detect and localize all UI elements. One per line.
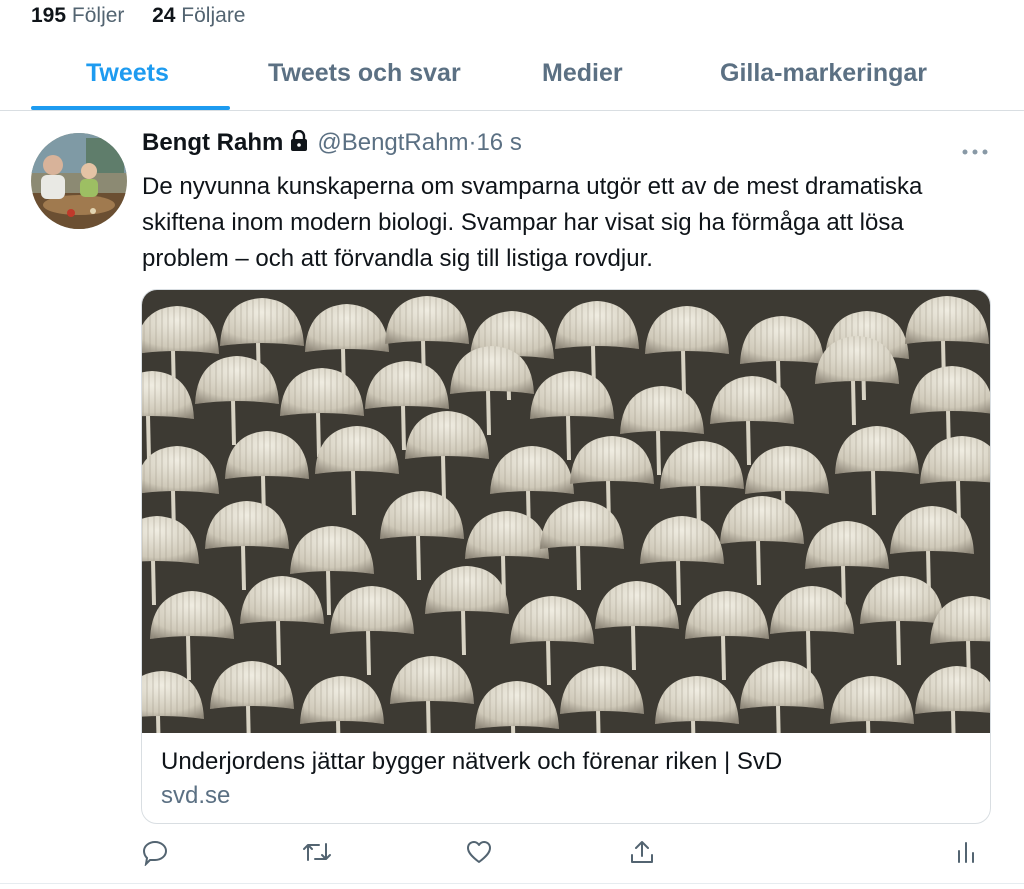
card-image xyxy=(142,290,990,733)
following-count[interactable]: 195 xyxy=(31,4,66,27)
tweet-header: Bengt Rahm @BengtRahm·16 s xyxy=(142,129,522,159)
profile-stats: 195 Följer 24 Följare xyxy=(31,4,246,28)
avatar[interactable] xyxy=(31,133,127,229)
share-icon[interactable] xyxy=(628,838,658,868)
followers-label[interactable]: Följare xyxy=(181,4,245,27)
more-options-icon[interactable] xyxy=(962,137,988,163)
lock-icon xyxy=(289,129,309,159)
tab-tweets[interactable]: Tweets xyxy=(86,59,169,88)
link-card[interactable]: Underjordens jättar bygger nätverk och f… xyxy=(141,289,991,824)
tab-tweets-and-replies[interactable]: Tweets och svar xyxy=(268,59,461,88)
divider xyxy=(0,883,1024,884)
following-label[interactable]: Följer xyxy=(72,4,125,27)
tweet-actions xyxy=(0,838,1024,870)
active-tab-indicator xyxy=(31,106,230,110)
tab-likes[interactable]: Gilla-markeringar xyxy=(720,59,927,88)
author-handle[interactable]: @BengtRahm xyxy=(317,129,468,156)
reply-icon[interactable] xyxy=(141,838,171,868)
card-title[interactable]: Underjordens jättar bygger nätverk och f… xyxy=(161,748,782,776)
tab-media[interactable]: Medier xyxy=(542,59,623,88)
tweet-text: De nyvunna kunskaperna om svamparna utgö… xyxy=(142,173,923,272)
analytics-icon[interactable] xyxy=(954,838,984,868)
like-icon[interactable] xyxy=(465,838,495,868)
profile-tabs: Tweets Tweets och svar Medier Gilla-mark… xyxy=(0,50,1024,111)
card-domain[interactable]: svd.se xyxy=(161,782,230,810)
retweet-icon[interactable] xyxy=(302,838,332,868)
followers-count[interactable]: 24 xyxy=(152,4,175,27)
tweet-time[interactable]: 16 s xyxy=(476,129,521,156)
author-name[interactable]: Bengt Rahm xyxy=(142,129,283,156)
